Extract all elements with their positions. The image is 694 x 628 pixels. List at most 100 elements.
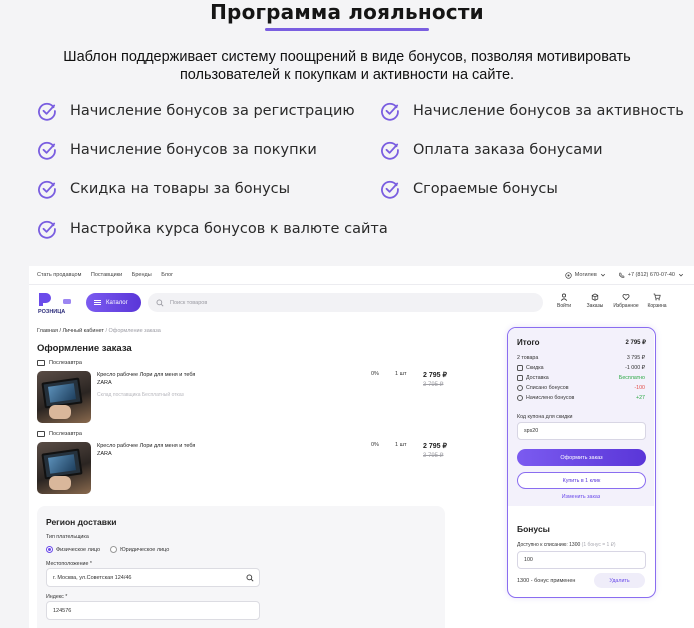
summary-row-value: Бесплатно	[618, 375, 645, 381]
payer-radio-company[interactable]: Юридическое лицо	[110, 546, 169, 553]
summary-row-label: Списано бонусов	[526, 385, 569, 391]
coupon-label: Код купона для скидки	[517, 414, 573, 420]
radio-selected-icon	[46, 546, 53, 553]
discount-icon	[517, 365, 523, 371]
feature-label: Скидка на товары за бонусы	[70, 181, 291, 197]
menu-icon	[94, 300, 101, 305]
check-circle-icon	[38, 220, 56, 239]
check-circle-icon	[381, 180, 399, 199]
city-selector[interactable]: Могилев	[565, 271, 606, 279]
top-link[interactable]: Стать продавцом	[37, 272, 81, 278]
header-icons: Войти Заказы Избранное Корзина	[553, 293, 668, 309]
product-quantity: 1 шт	[395, 371, 407, 377]
product-image[interactable]	[37, 442, 91, 494]
truck-icon	[37, 360, 45, 366]
summary-row-label: Скидка	[526, 365, 544, 371]
product-old-price: 3 795 ₽	[423, 453, 444, 459]
heart-icon	[622, 294, 630, 301]
edit-order-link[interactable]: Изменить заказ	[508, 494, 654, 500]
delivery-date: Послезавтра	[37, 431, 82, 437]
coupon-value: sps20	[524, 428, 539, 434]
feature-item: Оплата заказа бонусами	[380, 140, 603, 160]
phone-icon	[618, 272, 625, 278]
divider	[29, 284, 694, 285]
product-brand: ZARA	[97, 380, 112, 386]
summary-row: 2 товара 3 795 ₽	[517, 355, 645, 361]
payer-type-group: Физическое лицо Юридическое лицо	[46, 546, 169, 553]
feature-item: Начисление бонусов за активность	[380, 101, 684, 121]
delivery-date: Послезавтра	[37, 360, 82, 366]
top-link[interactable]: Бренды	[132, 272, 152, 278]
summary-row-value: 3 795 ₽	[626, 355, 645, 361]
header-icon-label: Избранное	[613, 303, 639, 309]
radio-empty-icon	[110, 546, 118, 553]
bonus-value: 100	[524, 557, 533, 563]
bonus-title: Бонусы	[517, 524, 550, 534]
check-circle-icon	[38, 141, 56, 160]
summary-row-label: Начислено бонусов	[526, 395, 575, 401]
product-title: Кресло рабочее Лори для меня и тебя	[97, 443, 196, 449]
location-value: г. Москва, ул.Советская 124/46	[53, 574, 132, 581]
product-discount: 0%	[371, 442, 379, 448]
check-circle-icon	[38, 102, 56, 121]
feature-label: Настройка курса бонусов к валюте сайта	[70, 221, 388, 237]
delivery-label: Послезавтра	[49, 431, 82, 437]
product-name[interactable]: Кресло рабочее Лори для меня и тебя ZARA	[97, 442, 237, 458]
summary-title: Итого	[517, 338, 540, 347]
bonus-applied-text: 1300 - бонус применен	[517, 578, 576, 584]
delivery-region-panel: Регион доставки Тип плательщика Физическ…	[37, 506, 445, 628]
feature-label: Начисление бонусов за покупки	[70, 142, 317, 158]
orders-button[interactable]: Заказы	[584, 293, 606, 309]
region-title: Регион доставки	[46, 517, 117, 527]
location-pin-icon	[565, 271, 572, 279]
cart-icon	[653, 293, 661, 301]
breadcrumb-link[interactable]: Главная	[37, 328, 58, 334]
summary-row: Списано бонусов -100	[517, 385, 645, 391]
product-image[interactable]	[37, 371, 91, 423]
one-click-buy-button[interactable]: Купить в 1 клик	[517, 472, 646, 489]
product-old-price: 3 795 ₽	[423, 382, 444, 388]
promo-description: Шаблон поддерживает систему поощрений в …	[63, 49, 631, 83]
search-input[interactable]: Поиск товаров	[148, 293, 543, 312]
top-link[interactable]: Блог	[161, 272, 173, 278]
catalog-button[interactable]: Каталог	[86, 293, 141, 312]
bonus-remove-button[interactable]: Удалить	[594, 573, 645, 588]
header-icon-label: Войти	[557, 303, 571, 309]
top-link[interactable]: Поставщики	[91, 272, 122, 278]
product-name[interactable]: Кресло рабочее Лори для меня и тебя ZARA	[97, 371, 237, 387]
product-quantity: 1 шт	[395, 442, 407, 448]
header-icon-label: Заказы	[586, 303, 604, 309]
feature-label: Оплата заказа бонусами	[413, 142, 603, 158]
bonus-input[interactable]: 100	[517, 551, 646, 569]
logo-text: РОЗНИЦА	[38, 309, 65, 315]
login-button[interactable]: Войти	[553, 293, 575, 309]
location-input[interactable]: г. Москва, ул.Советская 124/46	[46, 568, 260, 587]
chevron-down-icon	[600, 273, 605, 277]
truck-icon	[37, 431, 45, 437]
search-icon	[246, 574, 254, 582]
payer-type-label: Тип плательщика	[46, 534, 89, 540]
summary-row-value: -100	[634, 385, 645, 391]
cart-button[interactable]: Корзина	[646, 293, 668, 309]
order-summary-card: Итого 2 795 ₽ 2 товара 3 795 ₽ Скидка -1…	[507, 327, 656, 598]
product-price: 2 795 ₽	[423, 372, 447, 379]
site-logo[interactable]: РОЗНИЦА	[37, 291, 73, 315]
radio-label: Юридическое лицо	[120, 546, 170, 553]
search-placeholder: Поиск товаров	[170, 299, 208, 306]
checkout-button[interactable]: Оформить заказ	[517, 449, 646, 466]
diamond-icon	[517, 385, 523, 391]
summary-row: Скидка -1 000 ₽	[517, 365, 645, 371]
site-preview: Стать продавцом Поставщики Бренды Блог М…	[29, 266, 694, 628]
summary-row: Начислено бонусов +27	[517, 395, 645, 401]
coupon-input[interactable]: sps20	[517, 422, 646, 440]
favorites-button[interactable]: Избранное	[613, 293, 639, 309]
radio-label: Физическое лицо	[56, 546, 101, 553]
feature-item: Начисление бонусов за покупки	[37, 140, 317, 160]
bonus-available: Доступно к списанию: 1300 (1 бонус = 1 ₽…	[517, 542, 616, 548]
index-input[interactable]: 124576	[46, 601, 260, 620]
breadcrumb-link[interactable]: Личный кабинет	[63, 328, 104, 334]
phone-selector[interactable]: +7 (812) 670-07-40	[618, 272, 684, 279]
payer-radio-individual[interactable]: Физическое лицо	[46, 546, 100, 553]
location-label: Местоположение *	[46, 561, 92, 567]
summary-row-label: Доставка	[526, 375, 549, 381]
